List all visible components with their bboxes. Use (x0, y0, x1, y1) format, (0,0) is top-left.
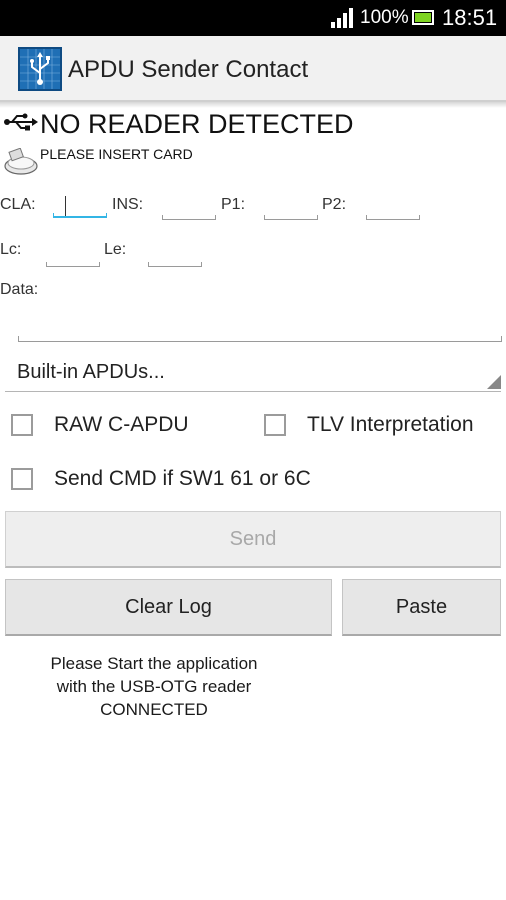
lc-label: Lc: (0, 241, 22, 258)
message-line-3: CONNECTED (100, 700, 208, 719)
reader-status: NO READER DETECTED (40, 109, 354, 139)
le-underline (148, 262, 202, 267)
builtin-apdus-spinner[interactable]: Built-in APDUs... (5, 356, 501, 392)
p2-underline (366, 215, 420, 220)
signal-bars-icon (331, 8, 353, 28)
usb-icon (4, 113, 38, 131)
spinner-selected-value: Built-in APDUs... (17, 361, 165, 383)
dropdown-arrow-icon (487, 375, 501, 389)
lc-underline (46, 262, 100, 267)
battery-icon (412, 10, 434, 25)
clock: 18:51 (442, 5, 498, 30)
ins-label: INS: (112, 196, 144, 213)
action-bar: APDU Sender Contact (0, 36, 506, 102)
card-status: PLEASE INSERT CARD (40, 146, 193, 162)
ins-input[interactable] (162, 198, 216, 220)
raw-capdu-label[interactable]: RAW C-APDU (54, 413, 189, 437)
app-title: APDU Sender Contact (68, 56, 309, 83)
message-line-2: with the USB-OTG reader (56, 677, 252, 696)
raw-capdu-checkbox[interactable] (11, 414, 33, 436)
status-bar: 100% 18:51 (0, 0, 506, 36)
send-button[interactable]: Send (5, 511, 501, 568)
cla-label: CLA: (0, 196, 36, 213)
p1-label: P1: (221, 196, 246, 213)
lc-input[interactable] (46, 245, 100, 267)
cla-input[interactable] (53, 196, 107, 218)
action-bar-shadow (0, 102, 506, 108)
cla-underline (53, 213, 107, 218)
text-caret (65, 196, 66, 216)
p1-underline (264, 215, 318, 220)
log-message: Please Start the application with the US… (0, 652, 308, 721)
usb-app-icon[interactable] (18, 47, 62, 91)
send-cmd-label[interactable]: Send CMD if SW1 61 or 6C (54, 467, 311, 491)
message-line-1: Please Start the application (50, 654, 258, 673)
p2-input[interactable] (366, 198, 420, 220)
data-underline (18, 336, 502, 342)
p1-input[interactable] (264, 198, 318, 220)
tlv-interpretation-label[interactable]: TLV Interpretation (307, 413, 474, 437)
paste-button[interactable]: Paste (342, 579, 501, 636)
clear-log-button[interactable]: Clear Log (5, 579, 332, 636)
le-input[interactable] (148, 245, 202, 267)
battery-percent: 100% (360, 7, 409, 28)
p2-label: P2: (322, 196, 347, 213)
ins-underline (162, 215, 216, 220)
smartcard-reader-icon (4, 148, 38, 175)
send-cmd-checkbox[interactable] (11, 468, 33, 490)
data-input[interactable] (18, 312, 502, 342)
data-label: Data: (0, 281, 39, 298)
le-label: Le: (104, 241, 127, 258)
tlv-interpretation-checkbox[interactable] (264, 414, 286, 436)
